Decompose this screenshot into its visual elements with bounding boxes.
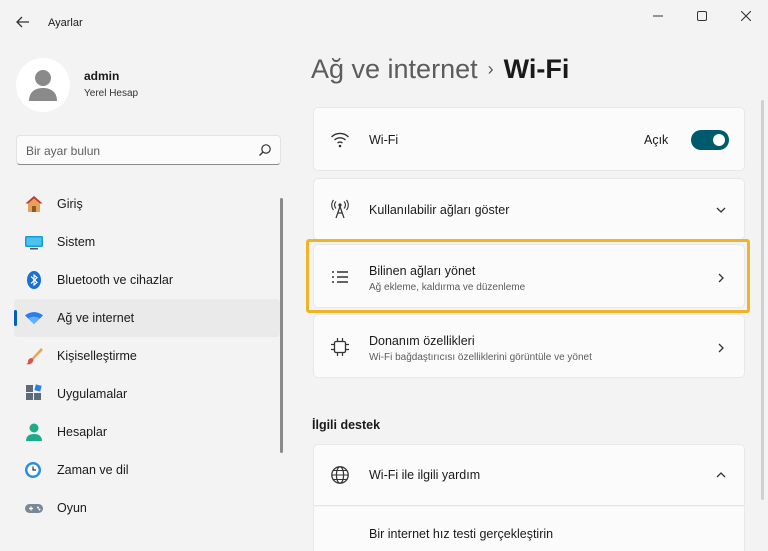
- arrow-left-icon: [16, 16, 29, 28]
- sidebar-scrollbar[interactable]: [280, 198, 283, 453]
- bluetooth-icon: [27, 271, 41, 289]
- sidebar-item-personalization[interactable]: Kişiselleştirme: [14, 337, 280, 375]
- avatar: [16, 58, 70, 112]
- wifi-state-label: Açık: [644, 133, 669, 147]
- chevron-up-icon: [716, 472, 726, 478]
- wifi-toggle[interactable]: [691, 130, 729, 150]
- breadcrumb-parent[interactable]: Ağ ve internet: [311, 54, 478, 84]
- chevron-down-icon: [716, 207, 726, 213]
- minimize-button[interactable]: [638, 4, 678, 28]
- hardware-properties-label: Donanım özellikleri: [369, 334, 475, 348]
- available-networks-card[interactable]: Kullanılabilir ağları göster: [313, 178, 745, 240]
- chevron-right-icon: [718, 343, 724, 353]
- user-icon: [29, 70, 57, 101]
- chip-icon: [331, 338, 349, 356]
- apps-icon: [26, 384, 42, 400]
- search-placeholder: Bir ayar bulun: [26, 144, 101, 158]
- accounts-icon: [26, 423, 42, 441]
- sidebar-item-gaming[interactable]: Oyun: [14, 489, 280, 527]
- sidebar-item-label: Zaman ve dil: [57, 463, 129, 477]
- clock-globe-icon: [25, 462, 41, 478]
- wifi-label: Wi-Fi: [369, 133, 399, 147]
- wifi-help-card[interactable]: Wi-Fi ile ilgili yardım: [313, 444, 745, 506]
- search-icon: [259, 144, 271, 156]
- globe-icon: [331, 466, 349, 484]
- available-networks-label: Kullanılabilir ağları göster: [369, 203, 510, 217]
- brush-icon: [26, 348, 43, 365]
- profile-name: admin: [84, 69, 120, 83]
- gamepad-icon: [25, 504, 43, 513]
- home-icon: [25, 196, 43, 212]
- sidebar-item-network[interactable]: Ağ ve internet: [14, 299, 280, 337]
- sidebar-item-time-language[interactable]: Zaman ve dil: [14, 451, 280, 489]
- active-indicator: [14, 310, 17, 326]
- related-support-heading: İlgili destek: [312, 418, 381, 432]
- hardware-properties-description: Wi-Fi bağdaştırıcısı özelliklerini görün…: [369, 352, 592, 363]
- main-scrollbar[interactable]: [761, 100, 764, 500]
- user-profile[interactable]: admin Yerel Hesap: [16, 58, 276, 112]
- breadcrumb-separator: ›: [487, 59, 494, 79]
- back-button[interactable]: [10, 10, 36, 34]
- sidebar-nav: Giriş Sistem Bluetooth ve cihazlar Ağ ve…: [14, 185, 280, 527]
- wifi-help-label: Wi-Fi ile ilgili yardım: [369, 468, 481, 482]
- sidebar-item-accounts[interactable]: Hesaplar: [14, 413, 280, 451]
- sidebar-item-label: Oyun: [57, 501, 87, 515]
- search-input[interactable]: Bir ayar bulun: [16, 135, 281, 165]
- antenna-icon: [331, 199, 349, 219]
- toggle-knob: [713, 134, 725, 146]
- app-title: Ayarlar: [48, 17, 83, 29]
- speed-test-link[interactable]: Bir internet hız testi gerçekleştirin: [369, 527, 553, 541]
- sidebar-item-system[interactable]: Sistem: [14, 223, 280, 261]
- maximize-button[interactable]: [682, 4, 722, 28]
- breadcrumb: Ağ ve internet › Wi-Fi: [311, 54, 569, 85]
- system-icon: [25, 236, 43, 250]
- highlight-frame: [306, 239, 750, 313]
- wifi-icon: [331, 132, 349, 148]
- sidebar-item-label: Bluetooth ve cihazlar: [57, 273, 174, 287]
- sidebar-item-label: Giriş: [57, 197, 83, 211]
- maximize-icon: [696, 10, 707, 21]
- sidebar-item-label: Kişiselleştirme: [57, 349, 137, 363]
- title-bar: Ayarlar: [0, 0, 768, 44]
- close-button[interactable]: [726, 4, 766, 28]
- sidebar-item-bluetooth[interactable]: Bluetooth ve cihazlar: [14, 261, 280, 299]
- sidebar-item-label: Ağ ve internet: [57, 311, 135, 325]
- wifi-toggle-card: Wi-Fi Açık: [313, 107, 745, 171]
- close-icon: [741, 11, 751, 21]
- network-icon: [25, 312, 43, 324]
- sidebar-item-apps[interactable]: Uygulamalar: [14, 375, 280, 413]
- minimize-icon: [653, 15, 663, 17]
- sidebar-item-label: Hesaplar: [57, 425, 108, 439]
- sidebar-item-label: Uygulamalar: [57, 387, 128, 401]
- profile-account-type: Yerel Hesap: [84, 88, 139, 99]
- page-title: Wi-Fi: [503, 54, 570, 84]
- speed-test-row: Bir internet hız testi gerçekleştirin: [313, 507, 745, 551]
- sidebar-item-label: Sistem: [57, 235, 96, 249]
- hardware-properties-card[interactable]: Donanım özellikleri Wi-Fi bağdaştırıcısı…: [313, 314, 745, 378]
- sidebar-item-home[interactable]: Giriş: [14, 185, 280, 223]
